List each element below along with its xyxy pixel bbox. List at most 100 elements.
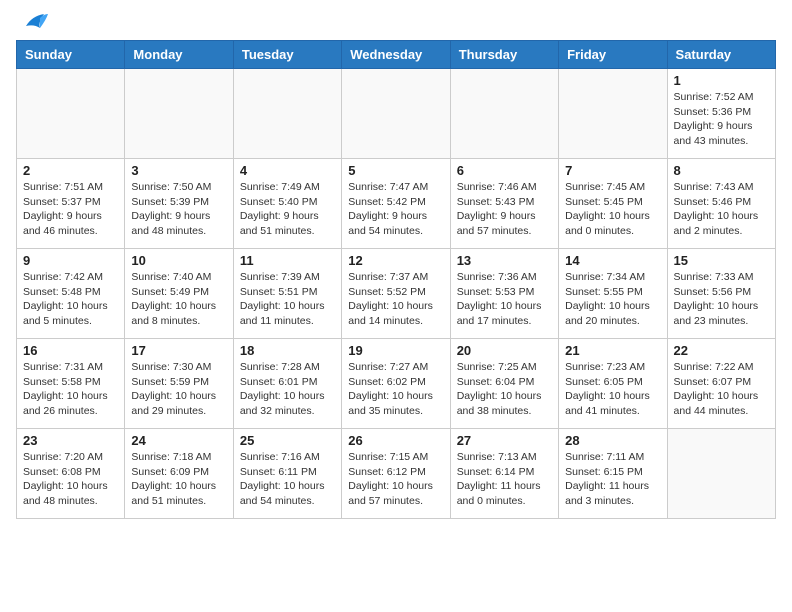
day-number: 24	[131, 433, 226, 448]
day-number: 3	[131, 163, 226, 178]
day-info: Sunrise: 7:16 AMSunset: 6:11 PMDaylight:…	[240, 450, 335, 509]
day-info: Sunrise: 7:45 AMSunset: 5:45 PMDaylight:…	[565, 180, 660, 239]
day-number: 17	[131, 343, 226, 358]
day-info: Sunrise: 7:42 AMSunset: 5:48 PMDaylight:…	[23, 270, 118, 329]
week-row-0: 1 Sunrise: 7:52 AMSunset: 5:36 PMDaylight…	[17, 69, 776, 159]
day-info: Sunrise: 7:40 AMSunset: 5:49 PMDaylight:…	[131, 270, 226, 329]
day-cell: 21 Sunrise: 7:23 AMSunset: 6:05 PMDayligh…	[559, 339, 667, 429]
day-number: 16	[23, 343, 118, 358]
logo	[16, 16, 48, 32]
day-number: 1	[674, 73, 769, 88]
day-info: Sunrise: 7:49 AMSunset: 5:40 PMDaylight:…	[240, 180, 335, 239]
day-number: 9	[23, 253, 118, 268]
day-cell: 3 Sunrise: 7:50 AMSunset: 5:39 PMDaylight…	[125, 159, 233, 249]
day-info: Sunrise: 7:25 AMSunset: 6:04 PMDaylight:…	[457, 360, 552, 419]
day-cell: 16 Sunrise: 7:31 AMSunset: 5:58 PMDayligh…	[17, 339, 125, 429]
day-number: 13	[457, 253, 552, 268]
day-info: Sunrise: 7:36 AMSunset: 5:53 PMDaylight:…	[457, 270, 552, 329]
weekday-header-monday: Monday	[125, 41, 233, 69]
day-cell: 11 Sunrise: 7:39 AMSunset: 5:51 PMDayligh…	[233, 249, 341, 339]
day-number: 25	[240, 433, 335, 448]
day-number: 15	[674, 253, 769, 268]
day-cell: 19Sunrise: 7:27 AMSunset: 6:02 PMDayligh…	[342, 339, 450, 429]
day-cell: 14 Sunrise: 7:34 AMSunset: 5:55 PMDayligh…	[559, 249, 667, 339]
day-info: Sunrise: 7:15 AMSunset: 6:12 PMDaylight:…	[348, 450, 443, 509]
day-cell: 24Sunrise: 7:18 AMSunset: 6:09 PMDayligh…	[125, 429, 233, 519]
day-number: 28	[565, 433, 660, 448]
day-info: Sunrise: 7:39 AMSunset: 5:51 PMDaylight:…	[240, 270, 335, 329]
day-info: Sunrise: 7:27 AMSunset: 6:02 PMDaylight:…	[348, 360, 443, 419]
day-info: Sunrise: 7:13 AMSunset: 6:14 PMDaylight:…	[457, 450, 552, 509]
day-info: Sunrise: 7:23 AMSunset: 6:05 PMDaylight:…	[565, 360, 660, 419]
logo-bird-icon	[18, 12, 48, 38]
day-cell	[342, 69, 450, 159]
day-info: Sunrise: 7:34 AMSunset: 5:55 PMDaylight:…	[565, 270, 660, 329]
day-cell: 13 Sunrise: 7:36 AMSunset: 5:53 PMDayligh…	[450, 249, 558, 339]
day-info: Sunrise: 7:28 AMSunset: 6:01 PMDaylight:…	[240, 360, 335, 419]
weekday-header-friday: Friday	[559, 41, 667, 69]
day-number: 4	[240, 163, 335, 178]
day-cell	[17, 69, 125, 159]
day-info: Sunrise: 7:11 AMSunset: 6:15 PMDaylight:…	[565, 450, 660, 509]
day-cell: 20 Sunrise: 7:25 AMSunset: 6:04 PMDayligh…	[450, 339, 558, 429]
day-number: 11	[240, 253, 335, 268]
day-number: 8	[674, 163, 769, 178]
day-cell: 10 Sunrise: 7:40 AMSunset: 5:49 PMDayligh…	[125, 249, 233, 339]
day-cell: 18 Sunrise: 7:28 AMSunset: 6:01 PMDayligh…	[233, 339, 341, 429]
day-info: Sunrise: 7:22 AMSunset: 6:07 PMDaylight:…	[674, 360, 769, 419]
page-header	[16, 16, 776, 32]
day-info: Sunrise: 7:33 AMSunset: 5:56 PMDaylight:…	[674, 270, 769, 329]
day-number: 6	[457, 163, 552, 178]
day-number: 27	[457, 433, 552, 448]
day-cell: 6 Sunrise: 7:46 AMSunset: 5:43 PMDaylight…	[450, 159, 558, 249]
day-number: 20	[457, 343, 552, 358]
day-info: Sunrise: 7:52 AMSunset: 5:36 PMDaylight:…	[674, 90, 769, 149]
day-info: Sunrise: 7:50 AMSunset: 5:39 PMDaylight:…	[131, 180, 226, 239]
day-info: Sunrise: 7:47 AMSunset: 5:42 PMDaylight:…	[348, 180, 443, 239]
day-info: Sunrise: 7:20 AMSunset: 6:08 PMDaylight:…	[23, 450, 118, 509]
day-cell: 1 Sunrise: 7:52 AMSunset: 5:36 PMDaylight…	[667, 69, 775, 159]
day-info: Sunrise: 7:31 AMSunset: 5:58 PMDaylight:…	[23, 360, 118, 419]
day-number: 10	[131, 253, 226, 268]
week-row-3: 16 Sunrise: 7:31 AMSunset: 5:58 PMDayligh…	[17, 339, 776, 429]
day-cell	[450, 69, 558, 159]
day-cell: 22 Sunrise: 7:22 AMSunset: 6:07 PMDayligh…	[667, 339, 775, 429]
day-number: 26	[348, 433, 443, 448]
day-cell: 15 Sunrise: 7:33 AMSunset: 5:56 PMDayligh…	[667, 249, 775, 339]
day-cell	[559, 69, 667, 159]
day-number: 14	[565, 253, 660, 268]
day-number: 12	[348, 253, 443, 268]
weekday-header-thursday: Thursday	[450, 41, 558, 69]
day-cell: 5 Sunrise: 7:47 AMSunset: 5:42 PMDaylight…	[342, 159, 450, 249]
day-number: 5	[348, 163, 443, 178]
day-info: Sunrise: 7:37 AMSunset: 5:52 PMDaylight:…	[348, 270, 443, 329]
week-row-4: 23 Sunrise: 7:20 AMSunset: 6:08 PMDayligh…	[17, 429, 776, 519]
day-info: Sunrise: 7:51 AMSunset: 5:37 PMDaylight:…	[23, 180, 118, 239]
day-cell: 7 Sunrise: 7:45 AMSunset: 5:45 PMDaylight…	[559, 159, 667, 249]
day-cell: 26 Sunrise: 7:15 AMSunset: 6:12 PMDayligh…	[342, 429, 450, 519]
day-cell: 4 Sunrise: 7:49 AMSunset: 5:40 PMDaylight…	[233, 159, 341, 249]
calendar-table: SundayMondayTuesdayWednesdayThursdayFrid…	[16, 40, 776, 519]
day-cell: 8Sunrise: 7:43 AMSunset: 5:46 PMDaylight…	[667, 159, 775, 249]
day-cell: 9 Sunrise: 7:42 AMSunset: 5:48 PMDaylight…	[17, 249, 125, 339]
day-number: 23	[23, 433, 118, 448]
day-cell	[667, 429, 775, 519]
weekday-header-row: SundayMondayTuesdayWednesdayThursdayFrid…	[17, 41, 776, 69]
day-cell: 2Sunrise: 7:51 AMSunset: 5:37 PMDaylight…	[17, 159, 125, 249]
day-cell: 17 Sunrise: 7:30 AMSunset: 5:59 PMDayligh…	[125, 339, 233, 429]
day-cell	[233, 69, 341, 159]
day-number: 7	[565, 163, 660, 178]
day-info: Sunrise: 7:46 AMSunset: 5:43 PMDaylight:…	[457, 180, 552, 239]
day-number: 22	[674, 343, 769, 358]
day-cell	[125, 69, 233, 159]
week-row-1: 2Sunrise: 7:51 AMSunset: 5:37 PMDaylight…	[17, 159, 776, 249]
weekday-header-wednesday: Wednesday	[342, 41, 450, 69]
day-number: 21	[565, 343, 660, 358]
weekday-header-sunday: Sunday	[17, 41, 125, 69]
day-cell: 27 Sunrise: 7:13 AMSunset: 6:14 PMDayligh…	[450, 429, 558, 519]
weekday-header-tuesday: Tuesday	[233, 41, 341, 69]
day-cell: 28 Sunrise: 7:11 AMSunset: 6:15 PMDayligh…	[559, 429, 667, 519]
day-info: Sunrise: 7:30 AMSunset: 5:59 PMDaylight:…	[131, 360, 226, 419]
day-cell: 23 Sunrise: 7:20 AMSunset: 6:08 PMDayligh…	[17, 429, 125, 519]
day-number: 18	[240, 343, 335, 358]
